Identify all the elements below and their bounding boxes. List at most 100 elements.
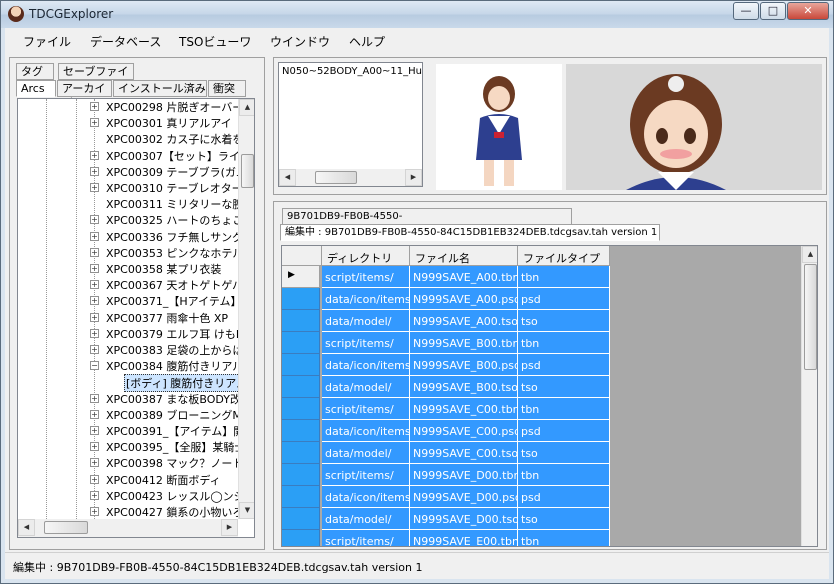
cell-filename[interactable]: N999SAVE_B00.psd [410, 354, 518, 376]
row-header[interactable] [282, 398, 320, 420]
cell-filetype[interactable]: psd [518, 486, 610, 508]
table-row[interactable]: script/items/N999SAVE_D00.tbn tbn [282, 464, 610, 486]
cell-filename[interactable]: N999SAVE_A00.tso [410, 310, 518, 332]
tree-item[interactable]: + XPC00389 ブローニングM2重 [18, 406, 254, 423]
tree-item[interactable]: + XPC00387 まな板BODY改( [18, 390, 254, 407]
table-row[interactable]: script/items/N999SAVE_E00.tbn tbn [282, 530, 610, 546]
menu-help[interactable]: ヘルプ [349, 33, 385, 50]
table-row[interactable]: data/icon/items/N999SAVE_B00.psd psd [282, 354, 610, 376]
tree-item[interactable]: − XPC00384 腹筋付きリアル [18, 357, 254, 374]
tree-item[interactable]: + XPC00336 フチ無しサングラス [18, 228, 254, 245]
tree-item[interactable]: + XPC00427 鎖系の小物いろ [18, 503, 254, 520]
tab-png-file[interactable]: 9B701DB9-FB0B-4550-84C15DB1EB324DEB.tdcg… [282, 208, 572, 237]
table-row[interactable]: script/items/N999SAVE_C00.tbn tbn [282, 398, 610, 420]
tree-item[interactable]: + XPC00307【セット】ライダース [18, 147, 254, 164]
cell-filename[interactable]: N999SAVE_C00.tso [410, 442, 518, 464]
expand-icon[interactable]: + [90, 312, 99, 322]
cell-filetype[interactable]: tso [518, 310, 610, 332]
tree-horizontal-scrollbar[interactable]: ◀ ▶ [18, 519, 238, 537]
tree-scroll-thumb[interactable] [241, 154, 254, 188]
expand-icon[interactable]: + [90, 458, 99, 468]
expand-icon[interactable]: + [90, 264, 99, 273]
expand-icon[interactable]: + [90, 102, 99, 111]
expand-icon[interactable]: + [90, 409, 99, 419]
tab-installed[interactable]: インストール済み [113, 80, 207, 97]
cell-filename[interactable]: N999SAVE_A00.tbn [410, 266, 518, 288]
expand-icon[interactable]: + [90, 118, 99, 128]
expand-icon[interactable]: + [90, 328, 99, 338]
cell-directory[interactable]: data/icon/items/ [322, 486, 410, 508]
close-button[interactable]: ✕ [787, 2, 829, 20]
menu-file[interactable]: ファイル [23, 33, 71, 50]
tree-item[interactable]: + XPC00412 断面ボディ [18, 471, 254, 488]
tab-conflicts[interactable]: 衝突 [208, 80, 246, 97]
preview-hscrollbar[interactable]: ◀ ▶ [279, 169, 422, 186]
grid-vertical-scrollbar[interactable]: ▲ [801, 246, 817, 546]
row-header[interactable] [282, 310, 320, 332]
row-header[interactable] [282, 486, 320, 508]
row-header[interactable] [282, 332, 320, 354]
tree-item[interactable]: + XPC00379 エルフ耳 けもB [18, 325, 254, 342]
cell-filetype[interactable]: tso [518, 508, 610, 530]
tree-item[interactable]: + XPC00367 天オトゲトゲバッ [18, 276, 254, 293]
table-row[interactable]: data/icon/items/N999SAVE_A00.psd psd [282, 288, 610, 310]
cell-directory[interactable]: data/icon/items/ [322, 420, 410, 442]
scroll-right-icon[interactable]: ▶ [221, 519, 238, 536]
tree-child-item[interactable]: [ボディ] 腹筋付きリアルボ [18, 373, 254, 393]
expand-icon[interactable]: + [90, 426, 99, 435]
cell-directory[interactable]: data/model/ [322, 376, 410, 398]
tree-item[interactable]: + XPC00298 片脱ぎオーバーニー [18, 99, 254, 115]
expand-icon[interactable]: + [90, 183, 99, 192]
row-header[interactable] [282, 288, 320, 310]
minimize-button[interactable]: — [733, 2, 759, 20]
tree-item[interactable]: + XPC00358 某プリ衣装 [18, 260, 254, 277]
cell-directory[interactable]: data/icon/items/ [322, 288, 410, 310]
table-row[interactable]: data/model/N999SAVE_A00.tso tso [282, 310, 610, 332]
tree-item[interactable]: + XPC00377 雨傘十色 XP [18, 309, 254, 326]
table-row[interactable]: data/icon/items/N999SAVE_C00.psd psd [282, 420, 610, 442]
cell-directory[interactable]: data/model/ [322, 310, 410, 332]
tab-tah-editing[interactable]: 編集中 : 9B701DB9-FB0B-4550-84C15DB1EB324DE… [280, 224, 660, 241]
scroll-down-icon[interactable]: ▼ [239, 502, 254, 519]
table-row[interactable]: data/icon/items/N999SAVE_D00.psd psd [282, 486, 610, 508]
expand-icon[interactable]: + [90, 247, 99, 257]
expand-icon[interactable]: + [90, 296, 99, 306]
cell-directory[interactable]: script/items/ [322, 398, 410, 420]
cell-filetype[interactable]: psd [518, 354, 610, 376]
expand-icon[interactable]: + [90, 345, 99, 354]
expand-icon[interactable]: + [90, 231, 99, 241]
tree-item[interactable]: + XPC00371_【Hアイテム】陵辱 [18, 292, 254, 309]
maximize-button[interactable]: □ [760, 2, 786, 20]
tree-item[interactable]: + XPC00398 マック？ノートパ [18, 454, 254, 471]
tab-archive[interactable]: アーカイブ [57, 80, 112, 110]
cell-directory[interactable]: script/items/ [322, 332, 410, 354]
cell-filename[interactable]: N999SAVE_C00.tbn [410, 398, 518, 420]
menu-database[interactable]: データベース [90, 33, 161, 50]
cell-filetype[interactable]: tbn [518, 530, 610, 546]
preview-list-item[interactable]: N050~52BODY_A00~11_Hu [282, 66, 422, 77]
cell-filetype[interactable]: psd [518, 288, 610, 310]
scroll-left-icon[interactable]: ◀ [18, 519, 35, 536]
tree-item[interactable]: + XPC00325 ハートのちょこれー [18, 211, 254, 228]
expand-icon[interactable]: + [90, 474, 99, 484]
tree-hscroll-thumb[interactable] [44, 521, 88, 534]
cell-filetype[interactable]: psd [518, 420, 610, 442]
grid-scroll-thumb[interactable] [804, 264, 817, 370]
tree-item[interactable]: XPC00302 カス子に水着を [18, 130, 254, 147]
expand-icon[interactable]: + [90, 215, 99, 225]
cell-filename[interactable]: N999SAVE_E00.tbn [410, 530, 518, 546]
expand-icon[interactable]: + [90, 442, 99, 452]
column-header-directory[interactable]: ディレクトリ [322, 246, 410, 266]
tree-vertical-scrollbar[interactable]: ▲ ▼ [238, 99, 254, 519]
tree-item[interactable]: + XPC00309 テーブブラ(ガムテ [18, 163, 254, 180]
table-row[interactable]: data/model/N999SAVE_C00.tso tso [282, 442, 610, 464]
tree-item[interactable]: + XPC00301 真リアルアイ [18, 114, 254, 131]
cell-filetype[interactable]: tbn [518, 266, 610, 288]
menu-window[interactable]: ウインドウ [270, 33, 330, 50]
row-header[interactable] [282, 508, 320, 530]
tree-item[interactable]: + XPC00395_【全服】某騎士 [18, 438, 254, 455]
tree-item[interactable]: XPC00311 ミリタリーな腕章 [18, 195, 254, 212]
tree-item[interactable]: + XPC00391_【アイテム】開閉 [18, 422, 254, 439]
table-row[interactable]: script/items/N999SAVE_B00.tbn tbn [282, 332, 610, 354]
cell-filename[interactable]: N999SAVE_B00.tso [410, 376, 518, 398]
